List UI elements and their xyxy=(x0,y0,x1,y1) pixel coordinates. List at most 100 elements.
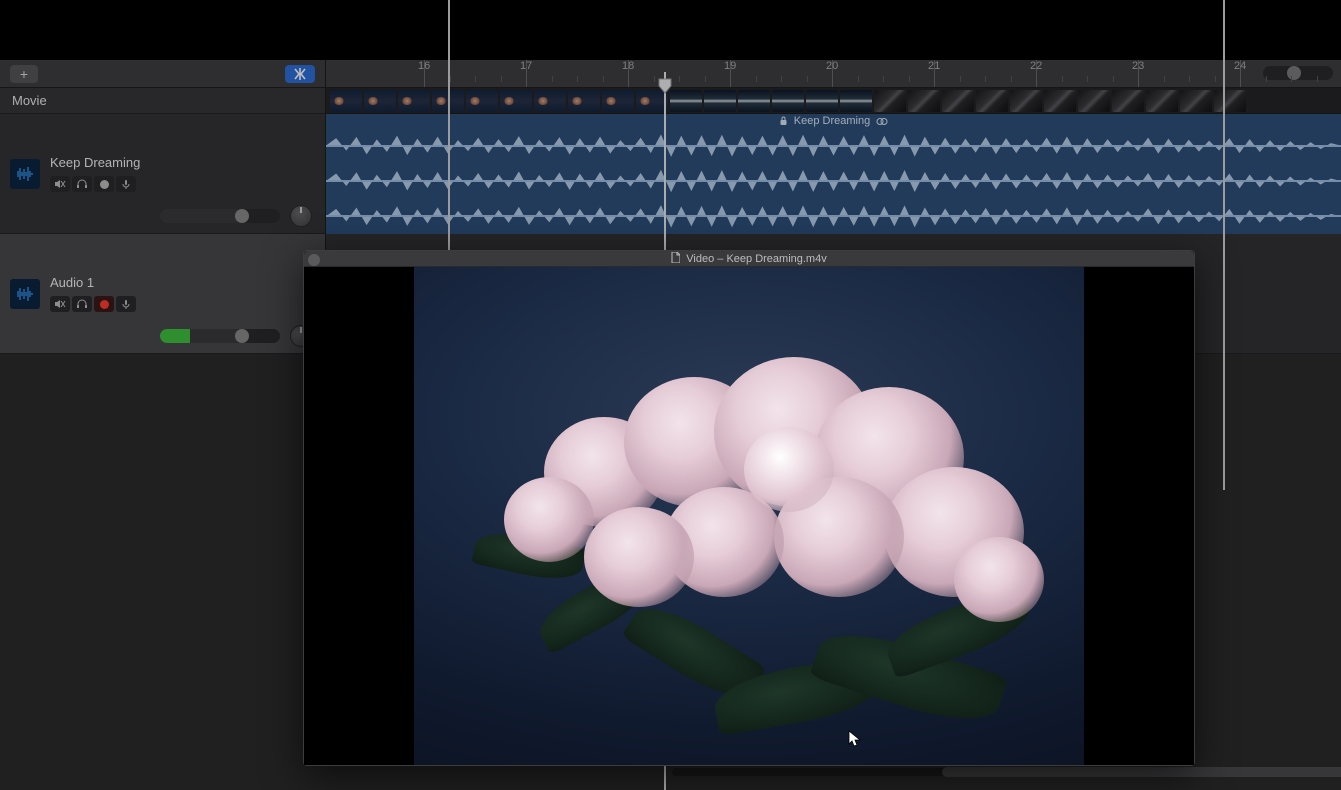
mute-button[interactable] xyxy=(50,296,70,312)
ruler-tick-minor xyxy=(552,76,553,82)
top-black-bar xyxy=(0,0,1341,60)
movie-thumbnail[interactable] xyxy=(772,90,804,112)
movie-window-title: Video – Keep Dreaming.m4v xyxy=(686,253,826,265)
movie-thumbnail[interactable] xyxy=(1146,90,1178,112)
monitor-button[interactable] xyxy=(72,176,92,192)
document-icon xyxy=(671,252,680,266)
movie-thumbnail[interactable] xyxy=(704,90,736,112)
track-buttons xyxy=(50,296,325,312)
movie-thumbnail[interactable] xyxy=(602,90,634,112)
catch-playhead-icon xyxy=(292,68,308,80)
close-button[interactable] xyxy=(308,254,320,266)
horizontal-scrollbar[interactable] xyxy=(652,764,1341,780)
movie-section-title: Movie xyxy=(12,93,47,108)
record-enable-button[interactable] xyxy=(94,296,114,312)
ruler-tick-label: 21 xyxy=(928,60,940,72)
zoom-thumb[interactable] xyxy=(1287,66,1301,80)
ruler-tick-minor xyxy=(756,76,757,82)
add-track-button[interactable]: + xyxy=(10,65,38,83)
volume-slider[interactable] xyxy=(160,209,280,223)
movie-thumbnail[interactable] xyxy=(466,90,498,112)
audio-waveform-icon xyxy=(10,279,40,309)
headphones-icon xyxy=(76,179,88,189)
movie-thumbnail[interactable] xyxy=(874,90,906,112)
movie-thumbnail[interactable] xyxy=(1044,90,1076,112)
audio-track-lane[interactable]: Keep Dreaming xyxy=(326,114,1341,234)
waveform-display xyxy=(326,128,1341,234)
track-row-audio-1[interactable]: Audio 1 xyxy=(0,234,325,354)
ruler-tick-minor xyxy=(603,76,604,82)
pan-knob[interactable] xyxy=(290,205,312,227)
ruler-tick-minor xyxy=(475,76,476,82)
ruler-tick-minor xyxy=(1317,76,1318,82)
movie-thumbnail[interactable] xyxy=(1078,90,1110,112)
ruler-tick-minor xyxy=(858,76,859,82)
track-name-label: Audio 1 xyxy=(50,275,325,290)
mic-icon xyxy=(120,299,132,309)
ruler-tick-minor xyxy=(450,76,451,82)
ruler-tick-label: 19 xyxy=(724,60,736,72)
audio-clip-keep-dreaming[interactable]: Keep Dreaming xyxy=(326,114,1341,234)
movie-thumbnail[interactable] xyxy=(1010,90,1042,112)
ruler-tick-label: 20 xyxy=(826,60,838,72)
movie-thumbnail[interactable] xyxy=(432,90,464,112)
movie-thumbnail[interactable] xyxy=(976,90,1008,112)
track-body: Keep Dreaming xyxy=(50,155,325,192)
ruler-tick-minor xyxy=(985,76,986,82)
ruler-tick-minor xyxy=(1062,76,1063,82)
ruler-tick-label: 18 xyxy=(622,60,634,72)
volume-slider[interactable] xyxy=(160,329,280,343)
ruler-tick-minor xyxy=(1164,76,1165,82)
monitor-button[interactable] xyxy=(72,296,92,312)
playhead-handle[interactable] xyxy=(658,78,672,94)
movie-thumbnail[interactable] xyxy=(568,90,600,112)
input-monitor-button[interactable] xyxy=(116,176,136,192)
speaker-mute-icon xyxy=(54,179,66,189)
input-monitor-button[interactable] xyxy=(116,296,136,312)
hscroll-thumb[interactable] xyxy=(942,767,1341,777)
movie-thumbnail[interactable] xyxy=(330,90,362,112)
ruler-tick-label: 16 xyxy=(418,60,430,72)
cursor-icon xyxy=(848,730,862,748)
ruler-tick-minor xyxy=(577,76,578,82)
movie-thumbnail[interactable] xyxy=(1112,90,1144,112)
mic-icon xyxy=(120,179,132,189)
mute-button[interactable] xyxy=(50,176,70,192)
movie-thumbnail[interactable] xyxy=(398,90,430,112)
movie-thumbnail[interactable] xyxy=(670,90,702,112)
track-list-panel: + Movie xyxy=(0,60,326,790)
movie-thumbnail[interactable] xyxy=(840,90,872,112)
movie-thumbnail[interactable] xyxy=(738,90,770,112)
time-ruler[interactable]: 161718192021222324 xyxy=(326,60,1341,88)
movie-thumbnail[interactable] xyxy=(1180,90,1212,112)
loop-icon xyxy=(876,117,888,126)
movie-thumbnail[interactable] xyxy=(942,90,974,112)
movie-section-header[interactable]: Movie xyxy=(0,88,325,114)
headphones-icon xyxy=(76,299,88,309)
video-frame-image xyxy=(414,267,1084,765)
movie-thumbnail[interactable] xyxy=(364,90,396,112)
ruler-tick-minor xyxy=(1215,76,1216,82)
catch-playhead-button[interactable] xyxy=(285,65,315,83)
movie-window-titlebar[interactable]: Video – Keep Dreaming.m4v xyxy=(304,251,1194,267)
ruler-tick-label: 17 xyxy=(520,60,532,72)
movie-preview-window[interactable]: Video – Keep Dreaming.m4v xyxy=(303,250,1195,766)
record-dot-icon xyxy=(100,180,109,189)
movie-thumbnail[interactable] xyxy=(534,90,566,112)
audio-waveform-icon xyxy=(10,159,40,189)
ruler-tick-minor xyxy=(501,76,502,82)
ruler-tick-minor xyxy=(1113,76,1114,82)
movie-thumbnail[interactable] xyxy=(908,90,940,112)
ruler-tick-minor xyxy=(883,76,884,82)
zoom-slider[interactable] xyxy=(1263,66,1333,80)
movie-thumbnail[interactable] xyxy=(500,90,532,112)
movie-thumbnail[interactable] xyxy=(806,90,838,112)
record-dot-icon xyxy=(100,300,109,309)
ruler-tick-minor xyxy=(1087,76,1088,82)
movie-thumbnail[interactable] xyxy=(1214,90,1246,112)
record-enable-button[interactable] xyxy=(94,176,114,192)
clip-name-label: Keep Dreaming xyxy=(794,115,870,127)
track-row-keep-dreaming[interactable]: Keep Dreaming xyxy=(0,114,325,234)
movie-thumbnail-lane[interactable] xyxy=(326,88,1341,114)
clip-header: Keep Dreaming xyxy=(326,114,1341,128)
